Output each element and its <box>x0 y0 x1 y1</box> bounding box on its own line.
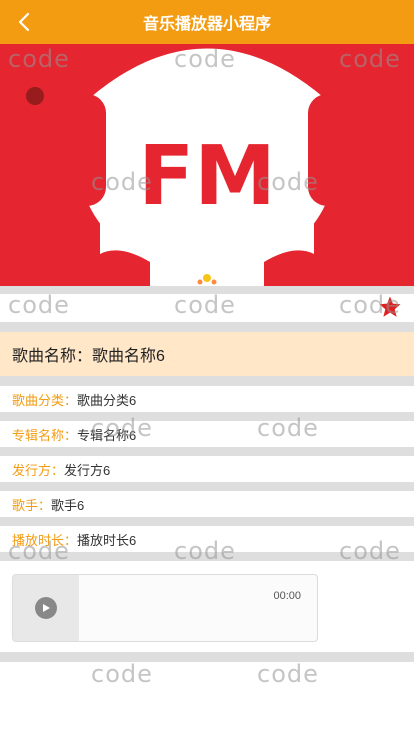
detail-label: 歌手： <box>12 497 52 513</box>
fm-logo-text: FM <box>138 129 276 224</box>
song-title-bar: 歌曲名称： 歌曲名称6 <box>0 332 414 376</box>
detail-label: 播放时长： <box>12 532 78 548</box>
detail-value: 专辑名称6 <box>77 427 137 443</box>
divider <box>0 652 414 662</box>
detail-label: 专辑名称： <box>12 427 78 443</box>
detail-row-category: 歌曲分类： 歌曲分类6 <box>0 386 414 412</box>
divider <box>0 482 414 491</box>
detail-value: 歌手6 <box>51 497 85 513</box>
watermark: code <box>91 660 153 688</box>
divider <box>0 376 414 386</box>
divider <box>0 412 414 421</box>
detail-value: 播放时长6 <box>77 532 137 548</box>
divider <box>0 322 414 332</box>
detail-row-album: 专辑名称： 专辑名称6 <box>0 421 414 447</box>
watermark: code <box>257 660 319 688</box>
divider <box>0 552 414 561</box>
banner-dot <box>26 87 44 105</box>
song-title-value: 歌曲名称6 <box>92 348 165 365</box>
detail-value: 歌曲分类6 <box>77 392 137 408</box>
detail-row-duration: 播放时长： 播放时长6 <box>0 526 414 552</box>
divider <box>0 517 414 526</box>
fm-logo-illustration: FM <box>0 44 414 286</box>
play-button[interactable] <box>13 575 79 641</box>
detail-label: 歌曲分类： <box>12 392 78 408</box>
detail-label: 发行方： <box>12 462 65 478</box>
detail-value: 发行方6 <box>64 462 111 478</box>
song-title-label: 歌曲名称： <box>12 348 93 365</box>
detail-row-publisher: 发行方： 发行方6 <box>0 456 414 482</box>
play-icon <box>35 597 57 619</box>
page-title: 音乐播放器小程序 <box>142 16 271 33</box>
detail-row-singer: 歌手： 歌手6 <box>0 491 414 517</box>
chevron-left-icon <box>18 12 30 32</box>
back-button[interactable] <box>12 10 36 34</box>
player-time: 00:00 <box>273 590 301 602</box>
star-icon <box>379 296 401 317</box>
header-bar: 音乐播放器小程序 <box>0 0 414 44</box>
audio-player: 00:00 <box>12 574 318 642</box>
favorite-row <box>0 294 414 322</box>
divider <box>0 286 414 294</box>
banner-image: FM <box>0 44 414 286</box>
favorite-button[interactable] <box>378 295 402 319</box>
divider <box>0 447 414 456</box>
